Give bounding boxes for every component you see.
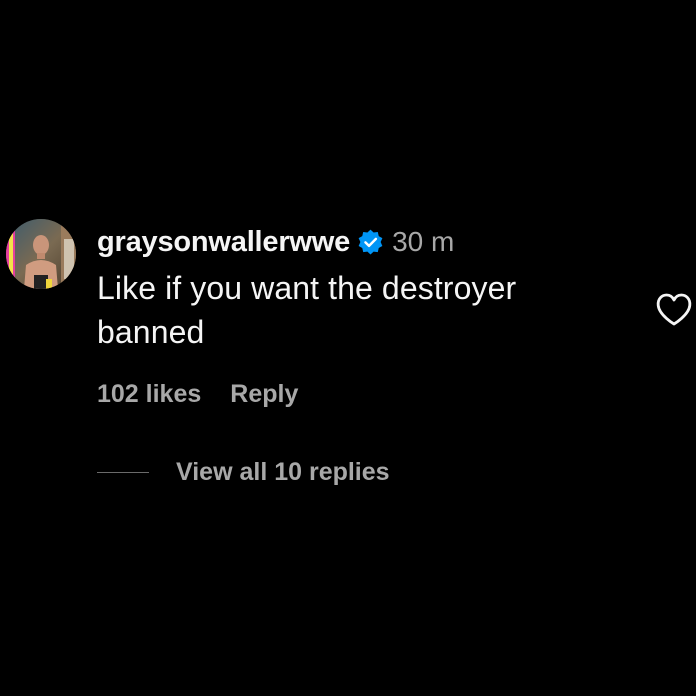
avatar[interactable]: [6, 219, 76, 289]
view-replies-label: View all 10 replies: [176, 457, 390, 486]
comment-actions: 102 likes Reply: [97, 377, 298, 411]
username[interactable]: graysonwallerwwe: [97, 226, 350, 259]
comment: graysonwallerwwe 30 m Like if you want t…: [0, 0, 696, 696]
comment-text: Like if you want the destroyer banned: [97, 270, 517, 350]
reply-button[interactable]: Reply: [230, 380, 298, 409]
heart-outline-icon[interactable]: [655, 292, 693, 328]
timestamp: 30 m: [392, 226, 455, 257]
view-replies-button[interactable]: View all 10 replies: [97, 455, 390, 489]
verified-badge-icon: [357, 229, 384, 256]
avatar-image: [6, 219, 76, 289]
likes-count[interactable]: 102 likes: [97, 380, 201, 409]
comment-header: graysonwallerwwe 30 m: [97, 224, 454, 260]
replies-divider: [97, 471, 149, 473]
